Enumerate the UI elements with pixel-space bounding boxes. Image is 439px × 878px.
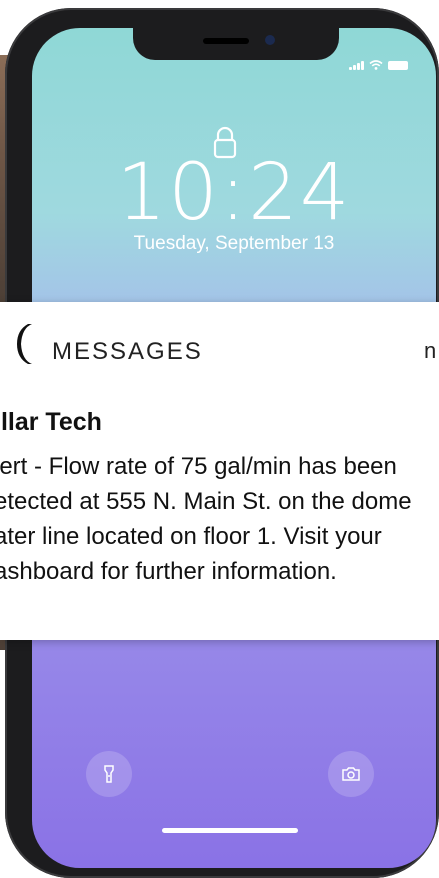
home-indicator[interactable] [162, 828, 298, 833]
lock-time: 10:24 [116, 148, 352, 238]
notification-body: lert - Flow rate of 75 gal/min has been … [0, 449, 439, 589]
notification-body-line: ater line located on floor 1. Visit your [0, 523, 382, 550]
notch [133, 28, 339, 60]
notification-body-line: ashboard for further information. [0, 558, 337, 585]
front-camera [265, 35, 275, 45]
notification-timestamp: n [424, 338, 437, 363]
wifi-icon [369, 60, 383, 70]
camera-icon [342, 767, 360, 781]
notification-sender: illar Tech [0, 408, 102, 436]
notification-card[interactable]: MESSAGES n illar Tech lert - Flow rate o… [0, 302, 439, 640]
status-bar [349, 60, 408, 70]
battery-icon [388, 61, 408, 70]
notification-app-name: MESSAGES [52, 338, 203, 365]
notification-body-line: lert - Flow rate of 75 gal/min has been [0, 453, 397, 480]
lock-date: Tuesday, September 13 [133, 233, 335, 254]
messages-app-icon [17, 324, 32, 364]
flashlight-icon [104, 765, 114, 783]
earpiece-speaker [203, 38, 249, 44]
camera-button[interactable] [328, 751, 374, 797]
flashlight-button[interactable] [86, 751, 132, 797]
signal-icon [349, 61, 364, 70]
notification-body-line: etected at 555 N. Main St. on the dome [0, 488, 412, 515]
